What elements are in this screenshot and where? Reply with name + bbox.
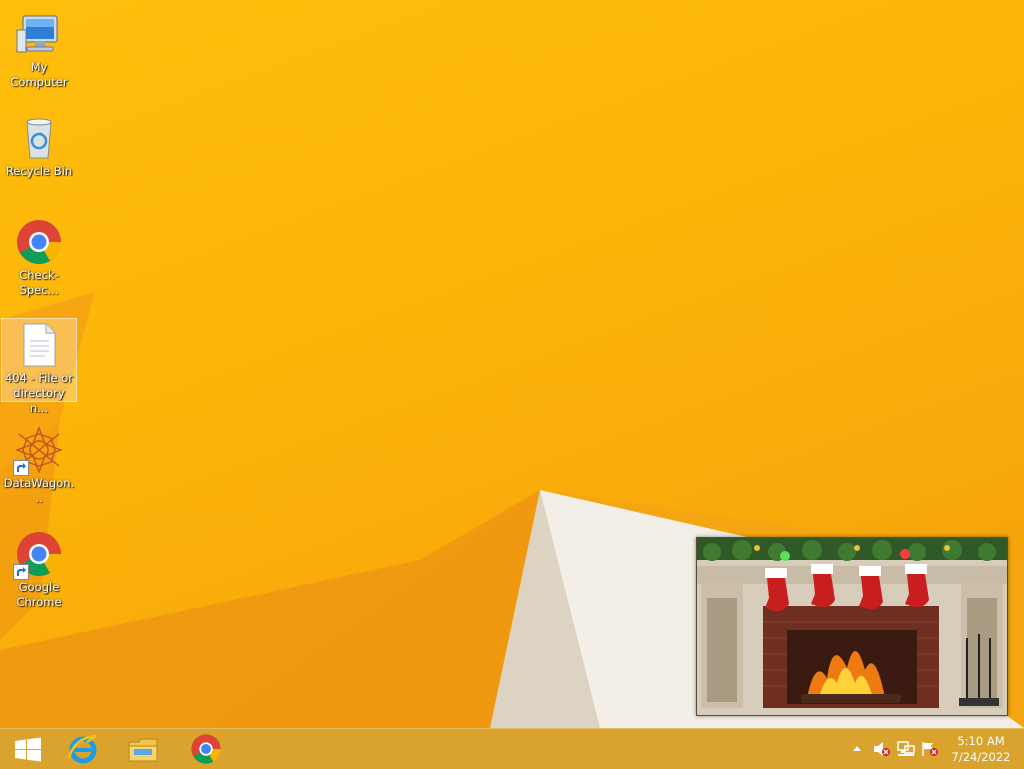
action-center-flag-icon[interactable] <box>921 741 939 757</box>
desktop-icon-datawagon[interactable]: DataWagon... <box>2 424 76 506</box>
internet-explorer-button[interactable] <box>56 729 112 769</box>
show-hidden-icons-chevron[interactable] <box>850 741 868 757</box>
file-explorer-icon <box>128 738 158 762</box>
computer-icon <box>16 15 58 53</box>
desktop-icon-label: Check-Spec... <box>19 268 59 297</box>
windows-logo-icon <box>15 737 41 762</box>
recycle-bin-icon <box>26 118 52 159</box>
desktop-icon-label: Google Chrome <box>16 580 62 609</box>
desktop[interactable]: My Computer Recycle Bin Check-Spec... 40… <box>0 0 1024 728</box>
desktop-icon-404-file[interactable]: 404 - File or directory n... <box>1 318 77 415</box>
document-icon <box>23 323 56 367</box>
shortcut-arrow-icon <box>13 564 29 580</box>
chrome-icon <box>17 220 61 264</box>
system-clock[interactable]: 5:10 AM 7/24/2022 <box>946 733 1016 765</box>
desktop-icon-label: 404 - File or directory n... <box>4 371 74 415</box>
speaker-muted-icon[interactable] <box>873 741 891 757</box>
clock-date: 7/24/2022 <box>951 750 1011 764</box>
desktop-icon-google-chrome[interactable]: Google Chrome <box>2 528 76 610</box>
network-icon[interactable] <box>897 741 915 757</box>
desktop-icon-label: DataWagon... <box>3 476 75 505</box>
shortcut-arrow-icon <box>13 460 29 476</box>
taskbar: 5:10 AM 7/24/2022 <box>0 728 1024 769</box>
fireplace-widget[interactable] <box>696 537 1008 716</box>
desktop-icon-my-computer[interactable]: My Computer <box>2 8 76 90</box>
fireplace-scene <box>697 538 1007 715</box>
file-explorer-button[interactable] <box>116 729 172 769</box>
internet-explorer-icon <box>67 734 97 764</box>
chrome-taskbar-button[interactable] <box>178 729 234 769</box>
clock-time: 5:10 AM <box>957 734 1005 748</box>
desktop-icon-label: Recycle Bin <box>5 164 73 178</box>
desktop-icon-recycle-bin[interactable]: Recycle Bin <box>2 112 76 179</box>
start-button[interactable] <box>0 729 56 769</box>
desktop-icon-label: My Computer <box>10 60 68 89</box>
chrome-icon <box>191 734 221 764</box>
desktop-icon-check-spec[interactable]: Check-Spec... <box>2 216 76 298</box>
